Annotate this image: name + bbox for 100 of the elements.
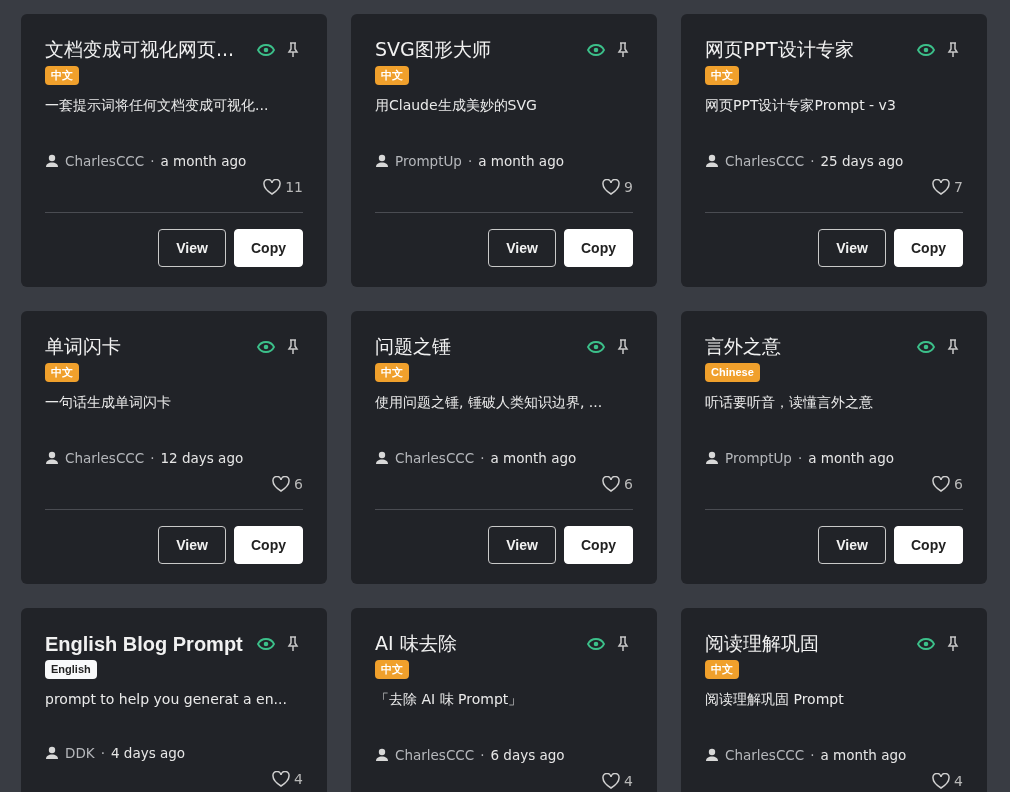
card-description: 阅读理解巩固 Prompt bbox=[705, 691, 845, 709]
eye-icon[interactable] bbox=[587, 44, 605, 56]
eye-icon[interactable] bbox=[587, 341, 605, 353]
user-icon bbox=[375, 748, 389, 762]
like-count: 6 bbox=[294, 476, 303, 492]
pin-icon[interactable] bbox=[617, 42, 629, 58]
eye-icon[interactable] bbox=[917, 44, 935, 56]
author-name[interactable]: DDK bbox=[65, 745, 95, 761]
language-tag: English bbox=[45, 660, 97, 679]
post-time: 12 days ago bbox=[160, 450, 244, 466]
card-description: 听话要听音，读懂言外之意 bbox=[705, 394, 874, 412]
card-description: prompt to help you generat a en... bbox=[45, 691, 288, 707]
author-name[interactable]: CharlesCCC bbox=[395, 747, 475, 763]
language-tag: 中文 bbox=[705, 660, 739, 679]
heart-icon[interactable] bbox=[602, 773, 621, 789]
author-name[interactable]: PromptUp bbox=[725, 450, 792, 466]
view-button[interactable]: View bbox=[488, 229, 556, 267]
separator-dot: · bbox=[480, 747, 485, 763]
eye-icon[interactable] bbox=[917, 638, 935, 650]
pin-icon[interactable] bbox=[617, 339, 629, 355]
like-count: 4 bbox=[624, 773, 633, 789]
language-tag: Chinese bbox=[705, 363, 760, 382]
author-name[interactable]: CharlesCCC bbox=[395, 450, 475, 466]
post-time: a month ago bbox=[160, 153, 247, 169]
pin-icon[interactable] bbox=[287, 42, 299, 58]
separator-dot: · bbox=[797, 450, 803, 466]
language-tag: 中文 bbox=[375, 660, 409, 679]
card-title: 文档变成可视化网页... bbox=[45, 37, 236, 62]
author-name[interactable]: CharlesCCC bbox=[65, 450, 145, 466]
language-tag: 中文 bbox=[705, 66, 739, 85]
post-time: 4 days ago bbox=[110, 745, 186, 761]
card-title: 问题之锤 bbox=[375, 334, 452, 359]
view-button[interactable]: View bbox=[488, 526, 556, 564]
separator-dot: · bbox=[150, 450, 155, 466]
card-title: English Blog Prompt bbox=[45, 632, 244, 656]
separator-dot: · bbox=[480, 450, 485, 466]
card-title: 言外之意 bbox=[705, 334, 782, 359]
eye-icon[interactable] bbox=[917, 341, 935, 353]
view-button[interactable]: View bbox=[818, 526, 886, 564]
author-name[interactable]: PromptUp bbox=[395, 153, 462, 169]
copy-button[interactable]: Copy bbox=[564, 229, 633, 267]
card-description: 一句话生成单词闪卡 bbox=[45, 394, 172, 412]
pin-icon[interactable] bbox=[947, 339, 959, 355]
post-time: a month ago bbox=[820, 747, 907, 763]
pin-icon[interactable] bbox=[617, 636, 629, 652]
language-tag: 中文 bbox=[45, 363, 79, 382]
like-count: 7 bbox=[954, 179, 963, 195]
view-button[interactable]: View bbox=[158, 526, 226, 564]
copy-button[interactable]: Copy bbox=[234, 526, 303, 564]
language-tag: 中文 bbox=[45, 66, 79, 85]
like-count: 11 bbox=[285, 179, 303, 195]
eye-icon[interactable] bbox=[257, 341, 275, 353]
copy-button[interactable]: Copy bbox=[564, 526, 633, 564]
card-title: 网页PPT设计专家 bbox=[705, 37, 855, 62]
like-count: 6 bbox=[624, 476, 633, 492]
heart-icon[interactable] bbox=[602, 179, 621, 195]
separator-dot: · bbox=[150, 153, 155, 169]
card-title: 单词闪卡 bbox=[45, 334, 122, 359]
user-icon bbox=[705, 748, 719, 762]
post-time: 25 days ago bbox=[820, 153, 904, 169]
eye-icon[interactable] bbox=[257, 638, 275, 650]
user-icon bbox=[375, 154, 389, 168]
heart-icon[interactable] bbox=[272, 476, 291, 492]
separator-dot: · bbox=[467, 153, 473, 169]
user-icon bbox=[705, 154, 719, 168]
heart-icon[interactable] bbox=[272, 771, 291, 787]
user-icon bbox=[45, 451, 59, 465]
author-name[interactable]: CharlesCCC bbox=[65, 153, 145, 169]
pin-icon[interactable] bbox=[287, 636, 299, 652]
card-description: 「去除 AI 味 Prompt」 bbox=[375, 691, 524, 709]
eye-icon[interactable] bbox=[587, 638, 605, 650]
author-name[interactable]: CharlesCCC bbox=[725, 153, 805, 169]
view-button[interactable]: View bbox=[818, 229, 886, 267]
language-tag: 中文 bbox=[375, 66, 409, 85]
card-description: 用Claude生成美妙的SVG bbox=[375, 97, 538, 115]
card-title: 阅读理解巩固 bbox=[705, 631, 820, 656]
card-title: AI 味去除 bbox=[375, 631, 458, 656]
copy-button[interactable]: Copy bbox=[894, 526, 963, 564]
pin-icon[interactable] bbox=[947, 636, 959, 652]
copy-button[interactable]: Copy bbox=[234, 229, 303, 267]
heart-icon[interactable] bbox=[932, 476, 951, 492]
like-count: 6 bbox=[954, 476, 963, 492]
post-time: a month ago bbox=[490, 450, 577, 466]
pin-icon[interactable] bbox=[287, 339, 299, 355]
copy-button[interactable]: Copy bbox=[894, 229, 963, 267]
heart-icon[interactable] bbox=[602, 476, 621, 492]
user-icon bbox=[45, 746, 59, 760]
view-button[interactable]: View bbox=[158, 229, 226, 267]
heart-icon[interactable] bbox=[932, 773, 951, 789]
pin-icon[interactable] bbox=[947, 42, 959, 58]
card-title: SVG图形大师 bbox=[375, 37, 492, 62]
author-name[interactable]: CharlesCCC bbox=[725, 747, 805, 763]
heart-icon[interactable] bbox=[263, 179, 282, 195]
like-count: 4 bbox=[294, 771, 303, 787]
heart-icon[interactable] bbox=[932, 179, 951, 195]
eye-icon[interactable] bbox=[257, 44, 275, 56]
card-description: 一套提示词将任何文档变成可视化... bbox=[45, 97, 270, 115]
user-icon bbox=[705, 451, 719, 465]
like-count: 4 bbox=[954, 773, 963, 789]
post-time: 6 days ago bbox=[490, 747, 565, 763]
